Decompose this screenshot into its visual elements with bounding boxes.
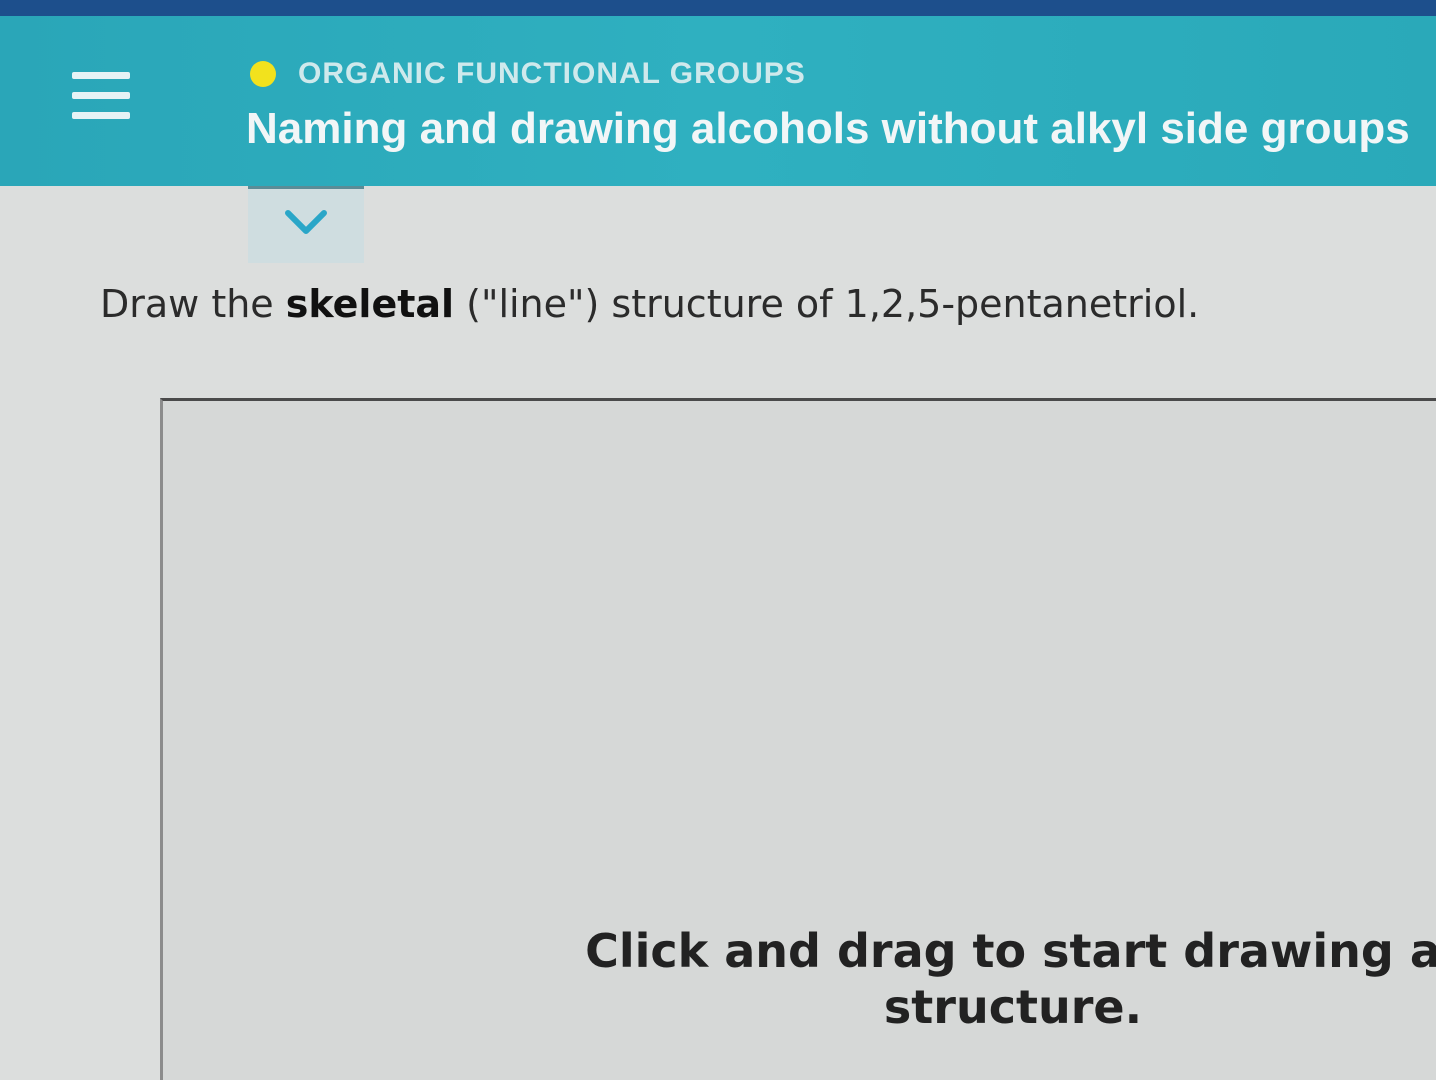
question-emphasis: skeletal [285, 282, 455, 326]
canvas-hint-line1: Click and drag to start drawing a [585, 924, 1436, 978]
question-text: Draw the skeletal ("line") structure of … [100, 282, 1199, 326]
page-title: Naming and drawing alcohols without alky… [246, 104, 1410, 153]
category-label: ORGANIC FUNCTIONAL GROUPS [298, 57, 806, 90]
question-prefix: Draw the [100, 282, 286, 326]
top-bar [0, 0, 1436, 16]
expand-toggle-button[interactable] [248, 186, 364, 263]
status-dot-icon [250, 61, 276, 87]
drawing-canvas[interactable]: Click and drag to start drawing a struct… [160, 398, 1436, 1080]
chevron-down-icon [285, 210, 327, 234]
hamburger-menu-icon[interactable] [60, 66, 140, 126]
question-suffix: ("line") structure of 1,2,5-pentanetriol… [454, 282, 1200, 326]
canvas-hint-line2: structure. [883, 980, 1143, 1034]
header: ORGANIC FUNCTIONAL GROUPS Naming and dra… [0, 16, 1436, 186]
category-row: ORGANIC FUNCTIONAL GROUPS [250, 56, 806, 92]
canvas-hint: Click and drag to start drawing a struct… [583, 923, 1436, 1035]
